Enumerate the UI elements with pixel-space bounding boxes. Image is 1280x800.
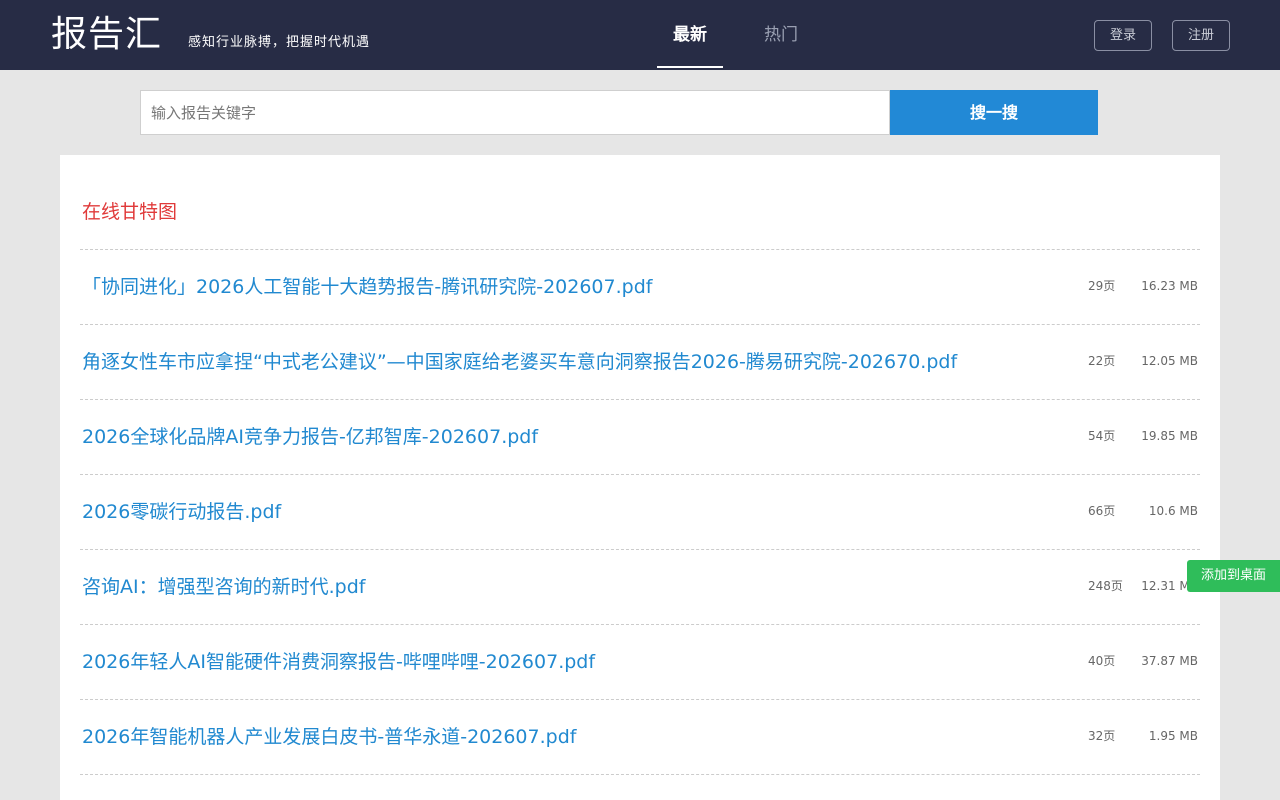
report-title-link[interactable]: 2026全球化品牌AI竞争力报告-亿邦智库-202607.pdf	[82, 424, 538, 450]
report-title-link[interactable]: 2026年智能机器人产业发展白皮书-普华永道-202607.pdf	[82, 724, 576, 750]
search-input[interactable]	[140, 90, 890, 135]
list-item: 角逐女性车市应拿捏“中式老公建议”—中国家庭给老婆买车意向洞察报告2026-腾易…	[80, 325, 1200, 400]
list-item: 咨询AI：增强型咨询的新时代.pdf 248页 12.31 MB	[80, 550, 1200, 625]
report-file-size: 19.85 MB	[1141, 429, 1198, 443]
tab-latest-label: 最新	[673, 25, 707, 45]
report-title-link[interactable]: 2026零碳行动报告.pdf	[82, 499, 281, 525]
report-page-count: 66页	[1088, 504, 1116, 518]
tab-hot-label: 热门	[764, 25, 798, 45]
report-file-size: 16.23 MB	[1141, 279, 1198, 293]
report-file-size: 12.05 MB	[1141, 354, 1198, 368]
tab-latest[interactable]: 最新	[657, 0, 723, 70]
report-page-count: 248页	[1088, 579, 1123, 593]
report-list-panel: 在线甘特图 「协同进化」2026人工智能十大趋势报告-腾讯研究院-202607.…	[60, 155, 1220, 800]
active-tab-underline	[657, 66, 723, 68]
report-page-count: 54页	[1088, 429, 1116, 443]
report-page-count: 40页	[1088, 654, 1116, 668]
report-title-link[interactable]: 角逐女性车市应拿捏“中式老公建议”—中国家庭给老婆买车意向洞察报告2026-腾易…	[82, 349, 957, 375]
report-page-count: 22页	[1088, 354, 1116, 368]
list-item: 2026零碳行动报告.pdf 66页 10.6 MB	[80, 475, 1200, 550]
list-item: 「协同进化」2026人工智能十大趋势报告-腾讯研究院-202607.pdf 29…	[80, 250, 1200, 325]
site-slogan: 感知行业脉搏，把握时代机遇	[188, 35, 371, 50]
report-title-link[interactable]: 咨询AI：增强型咨询的新时代.pdf	[82, 574, 365, 600]
list-item: 2026年智能机器人产业发展白皮书-普华永道-202607.pdf 32页 1.…	[80, 700, 1200, 775]
search-button[interactable]: 搜一搜	[890, 90, 1098, 135]
login-button[interactable]: 登录	[1094, 20, 1152, 51]
report-page-count: 29页	[1088, 279, 1116, 293]
report-page-count: 32页	[1088, 729, 1116, 743]
report-file-size: 1.95 MB	[1148, 729, 1198, 743]
report-list: 「协同进化」2026人工智能十大趋势报告-腾讯研究院-202607.pdf 29…	[80, 249, 1200, 775]
list-item: 2026年轻人AI智能硬件消费洞察报告-哔哩哔哩-202607.pdf 40页 …	[80, 625, 1200, 700]
site-logo[interactable]: 报告汇	[51, 13, 162, 57]
report-title-link[interactable]: 2026年轻人AI智能硬件消费洞察报告-哔哩哔哩-202607.pdf	[82, 649, 595, 675]
report-file-size: 37.87 MB	[1141, 654, 1198, 668]
tab-hot[interactable]: 热门	[748, 0, 814, 70]
list-item: 2026全球化品牌AI竞争力报告-亿邦智库-202607.pdf 54页 19.…	[80, 400, 1200, 475]
register-button[interactable]: 注册	[1172, 20, 1230, 51]
section-title[interactable]: 在线甘特图	[82, 199, 177, 225]
top-header: 报告汇 感知行业脉搏，把握时代机遇 最新 热门 登录 注册	[0, 0, 1280, 70]
report-title-link[interactable]: 「协同进化」2026人工智能十大趋势报告-腾讯研究院-202607.pdf	[82, 274, 652, 300]
report-file-size: 10.6 MB	[1148, 504, 1198, 518]
add-to-desktop-button[interactable]: 添加到桌面	[1187, 560, 1280, 592]
